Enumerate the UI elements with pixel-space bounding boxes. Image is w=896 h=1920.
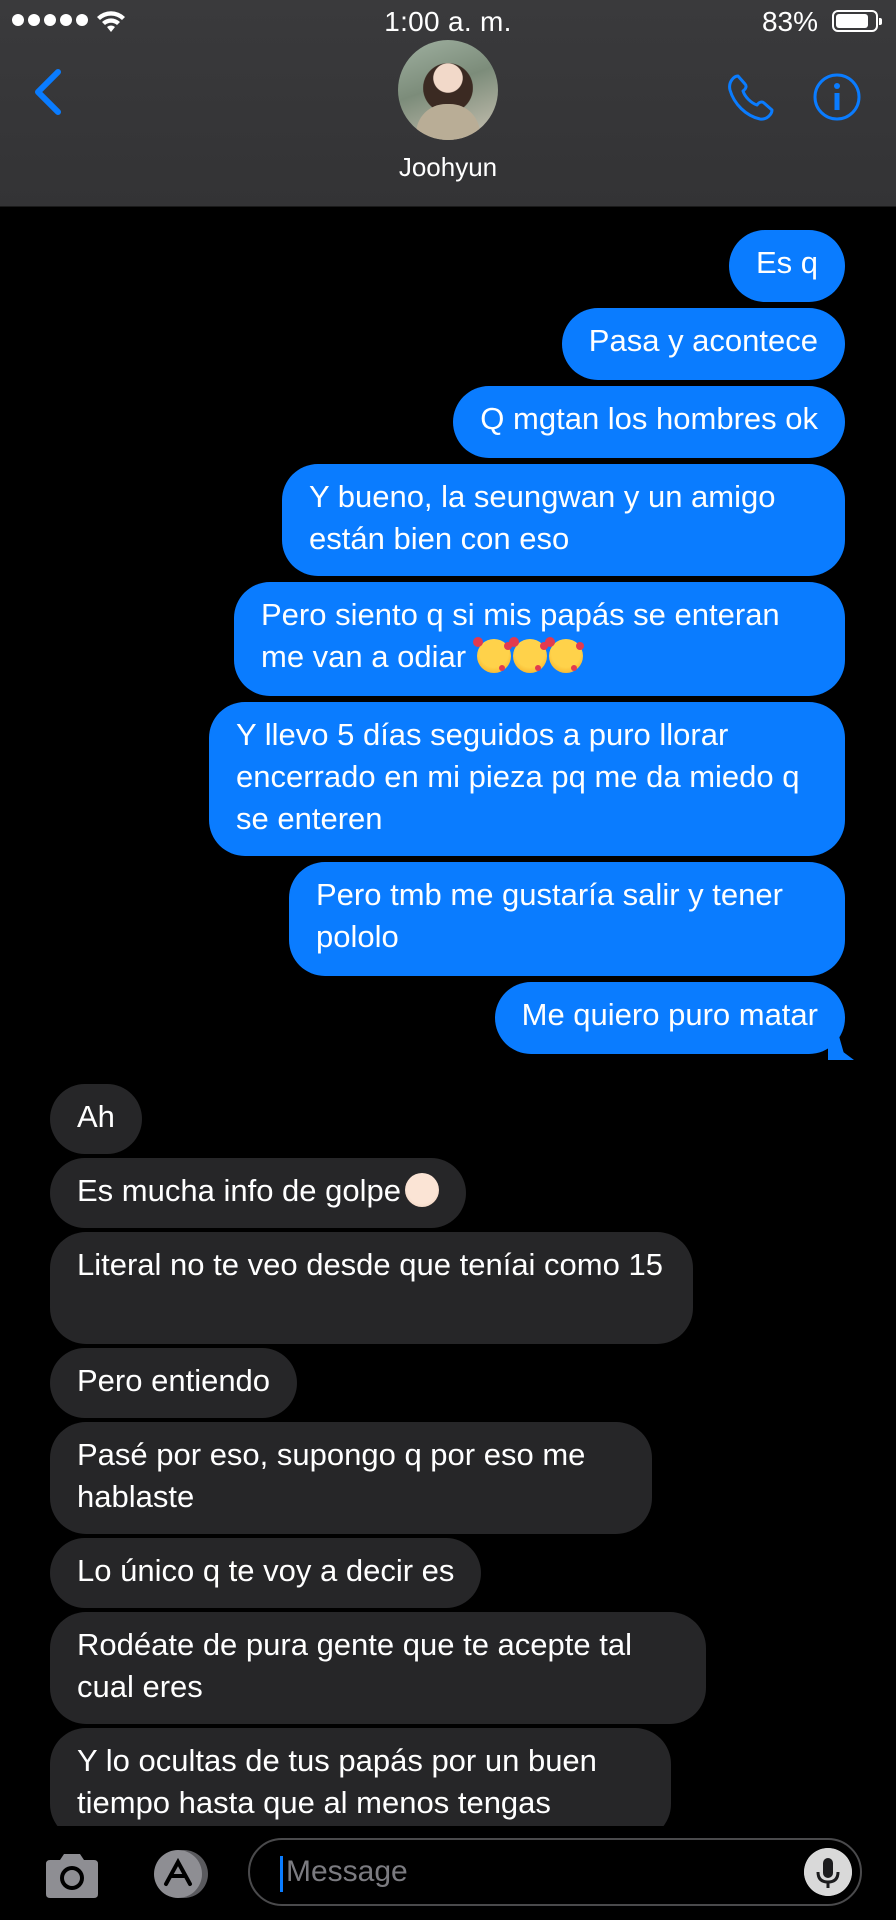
back-chevron-icon[interactable]: [28, 66, 68, 118]
received-message[interactable]: Pero entiendo: [50, 1348, 298, 1418]
message-text: Y bueno, la seungwan y un amigo están bi…: [309, 479, 776, 556]
received-message[interactable]: Ah: [50, 1084, 142, 1154]
message-text: Y lo ocultas de tus papás por un buen ti…: [77, 1743, 597, 1820]
sent-message[interactable]: Pero tmb me gustaría salir y tener polol…: [289, 862, 845, 976]
message-text: Q mgtan los hombres ok: [480, 401, 818, 436]
message-text: Ah: [77, 1099, 115, 1134]
message-text: Pero entiendo: [77, 1363, 271, 1398]
smiling-face-with-hearts-icon: [544, 637, 583, 673]
text-caret: [280, 1856, 283, 1892]
battery-icon: [832, 10, 882, 32]
battery-percent: 83%: [761, 6, 818, 37]
sent-message[interactable]: Y llevo 5 días seguidos a puro llorar en…: [209, 702, 845, 856]
info-icon[interactable]: [812, 72, 862, 122]
sent-message[interactable]: Pasa y acontece: [561, 308, 845, 380]
bubble-tail: [828, 1034, 854, 1060]
message-input-bar: Message: [0, 1826, 896, 1920]
message-text: Rodéate de pura gente que te acepte tal …: [77, 1627, 632, 1704]
message-text: Lo único q te voy a decir es: [77, 1553, 455, 1588]
message-text: Me quiero puro matar: [521, 997, 818, 1032]
baby-emoji-icon: [405, 1173, 439, 1207]
contact-name[interactable]: Joohyun: [0, 152, 896, 183]
message-text: Literal no te veo desde que teníai como …: [77, 1247, 663, 1282]
sent-message[interactable]: Me quiero puro matar: [494, 982, 845, 1054]
message-text: Y llevo 5 días seguidos a puro llorar en…: [236, 717, 800, 836]
message-text: Pero tmb me gustaría salir y tener polol…: [316, 877, 783, 954]
received-message[interactable]: Y lo ocultas de tus papás por un buen ti…: [50, 1728, 671, 1826]
app-store-icon[interactable]: [144, 1848, 214, 1900]
received-message[interactable]: Lo único q te voy a decir es: [50, 1538, 482, 1608]
received-message[interactable]: Es mucha info de golpe: [50, 1158, 466, 1228]
camera-icon[interactable]: [42, 1850, 102, 1900]
sent-message[interactable]: Pero siento q si mis papás se enteran me…: [234, 582, 845, 696]
sent-message[interactable]: Es q: [728, 230, 845, 302]
received-message[interactable]: Rodéate de pura gente que te acepte tal …: [50, 1612, 706, 1724]
message-placeholder: Message: [286, 1855, 408, 1888]
smiling-face-with-hearts-icon: [508, 637, 547, 673]
contact-avatar[interactable]: [398, 40, 498, 140]
conversation-header: 1:00 a. m. 83% Joohyun: [0, 0, 896, 207]
message-text: Pasa y acontece: [588, 323, 818, 358]
message-text: Es mucha info de golpe: [77, 1173, 401, 1208]
received-message[interactable]: Literal no te veo desde que teníai como …: [50, 1232, 693, 1344]
microphone-icon[interactable]: [804, 1848, 852, 1896]
sent-message[interactable]: Y bueno, la seungwan y un amigo están bi…: [282, 464, 845, 576]
message-list[interactable]: Es q Pasa y acontece Q mgtan los hombres…: [0, 206, 896, 1826]
smiling-face-with-hearts-icon: [472, 637, 511, 673]
sent-message[interactable]: Q mgtan los hombres ok: [453, 386, 845, 458]
message-input[interactable]: Message: [248, 1838, 862, 1906]
message-text: Es q: [755, 245, 818, 280]
message-text: Pasé por eso, supongo q por eso me habla…: [77, 1437, 586, 1514]
received-message[interactable]: Pasé por eso, supongo q por eso me habla…: [50, 1422, 652, 1534]
phone-icon[interactable]: [724, 72, 776, 124]
